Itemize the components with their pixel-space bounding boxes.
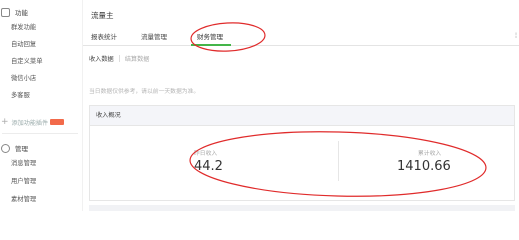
total-income-label: 累计收入: [418, 151, 442, 157]
sidebar-item-auto-reply[interactable]: 自动回复: [11, 40, 36, 50]
tab-bar-edge-icon: ¦: [514, 32, 517, 39]
sidebar-item-users[interactable]: 用户管理: [11, 177, 36, 187]
sidebar-divider: [2, 133, 78, 134]
active-tab-indicator: [191, 44, 231, 46]
tab-finance-management[interactable]: 财务管理: [197, 31, 223, 41]
sidebar-item-mass-send[interactable]: 群发功能: [11, 23, 36, 33]
daily-income-value: 44.2: [194, 159, 223, 174]
sidebar-item-messages[interactable]: 消息管理: [11, 159, 36, 169]
sidebar-item-customer-service[interactable]: 多客服: [11, 91, 30, 101]
income-overview-panel: 收入概况 昨日收入 44.2 累计收入 1410.66: [89, 105, 515, 201]
new-badge: [50, 119, 65, 125]
sidebar-section-title: 功能: [15, 9, 28, 17]
sidebar-item-wechat-shop[interactable]: 微信小店: [11, 74, 36, 84]
total-income-value: 1410.66: [397, 159, 451, 174]
sidebar-item-materials[interactable]: 素材管理: [11, 195, 36, 205]
sidebar-item-custom-menu[interactable]: 自定义菜单: [11, 57, 42, 67]
panel-title: 收入概况: [90, 106, 514, 126]
plus-icon: +: [1, 117, 9, 127]
daily-income-label: 昨日收入: [194, 151, 218, 157]
sidebar-section-manage: 管理: [0, 141, 28, 155]
top-tab-bar: 报表统计 流量管理 财务管理 ¦: [83, 26, 519, 46]
add-plugin-button[interactable]: + 添加功能插件: [1, 117, 65, 127]
gear-icon: [1, 143, 10, 153]
sidebar: 功能 群发功能 自动回复 自定义菜单 微信小店 多客服 + 添加功能插件 管理 …: [0, 0, 82, 211]
next-panel-edge: [89, 205, 515, 211]
features-icon: [1, 7, 10, 17]
tab-traffic-management[interactable]: 流量管理: [141, 31, 167, 41]
add-plugin-label: 添加功能插件: [11, 119, 49, 127]
subtab-settlement-data[interactable]: 结算数据: [125, 54, 150, 63]
subtab-income-data[interactable]: 收入数据: [89, 54, 114, 63]
main-content: 流量主 报表统计 流量管理 财务管理 ¦ 收入数据 结算数据 当日数据仅供参考，…: [82, 0, 519, 211]
sidebar-section-features: 功能: [0, 5, 28, 19]
data-hint-text: 当日数据仅供参考，请以前一天数据为准。: [89, 89, 200, 95]
page-title: 流量主: [91, 11, 114, 20]
subtab-divider: [118, 54, 120, 62]
sub-tab-bar: 收入数据 结算数据: [89, 52, 150, 64]
sidebar-section-title: 管理: [15, 145, 28, 153]
wechat-admin-screen: 功能 群发功能 自动回复 自定义菜单 微信小店 多客服 + 添加功能插件 管理 …: [0, 0, 519, 211]
tab-report-stats[interactable]: 报表统计: [91, 31, 117, 41]
stats-divider: [338, 141, 339, 181]
